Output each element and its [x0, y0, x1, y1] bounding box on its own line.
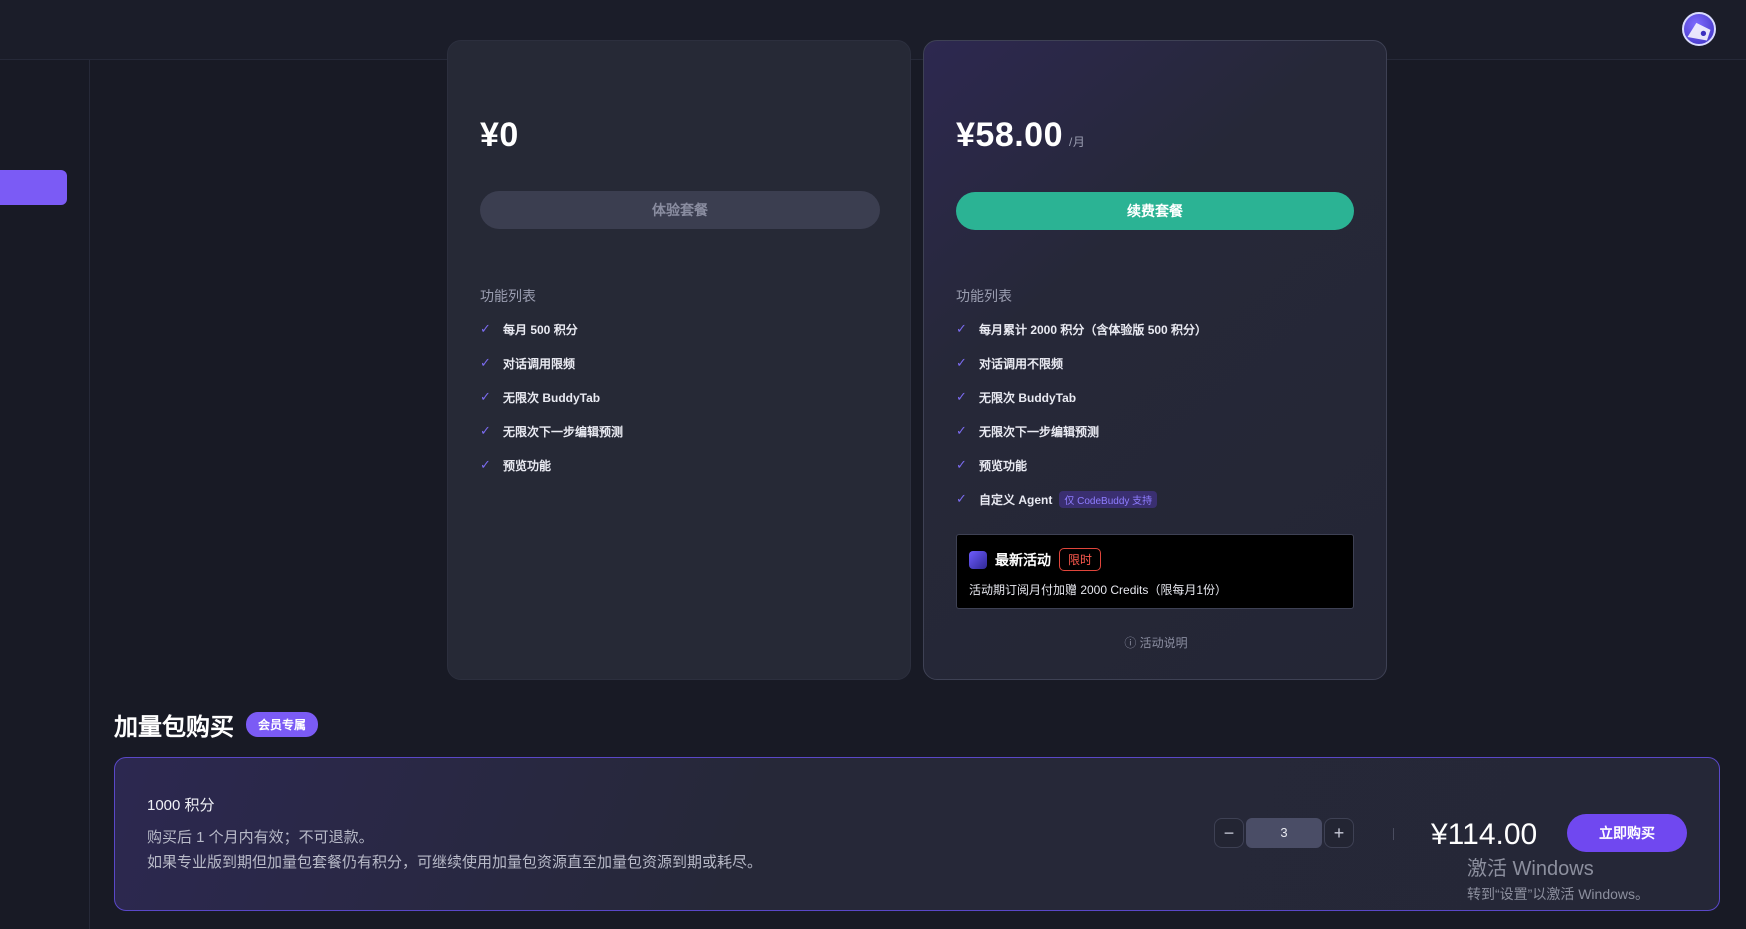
feature-item: ✓ 每月 500 积分: [480, 321, 578, 338]
plan-price: ¥58.00/月: [956, 116, 1086, 154]
addon-name: 1000 积分: [147, 797, 215, 814]
promo-title: 最新活动: [995, 551, 1051, 568]
quantity-input[interactable]: [1246, 818, 1322, 848]
feature-item: ✓ 对话调用不限频: [956, 355, 1064, 372]
promo-description: 活动期订阅月付加赠 2000 Credits（限每月1份）: [969, 583, 1228, 597]
windows-activation-watermark: 激活 Windows 转到“设置”以激活 Windows。: [1467, 858, 1650, 902]
plan-price: ¥0: [480, 116, 519, 154]
addon-description: 购买后 1 个月内有效；不可退款。 如果专业版到期但加量包套餐仍有积分，可继续使…: [147, 829, 763, 871]
quantity-stepper: − +: [1214, 818, 1354, 848]
promo-box: 最新活动 限时 活动期订阅月付加赠 2000 Credits（限每月1份）: [956, 534, 1354, 609]
divider: [1393, 828, 1394, 840]
plan-card-pro: ¥58.00/月 续费套餐 功能列表 ✓ 每月累计 2000 积分（含体验版 50…: [923, 40, 1387, 680]
user-avatar[interactable]: [1682, 12, 1716, 46]
feature-item: ✓ 无限次下一步编辑预测: [956, 423, 1100, 440]
promo-header: 最新活动 限时: [969, 548, 1102, 571]
promo-info-link[interactable]: ⓘ 活动说明: [924, 634, 1388, 651]
member-only-badge: 会员专属: [246, 712, 319, 737]
increment-button[interactable]: +: [1324, 818, 1354, 848]
decrement-button[interactable]: −: [1214, 818, 1244, 848]
check-icon: ✓: [956, 491, 967, 506]
check-icon: ✓: [480, 423, 491, 438]
feature-item: ✓ 对话调用限频: [480, 355, 576, 372]
check-icon: ✓: [480, 389, 491, 404]
price-period: /月: [1069, 135, 1086, 149]
feature-item: ✓ 预览功能: [480, 457, 552, 474]
addon-price: ¥114.00: [1431, 818, 1538, 851]
features-title: 功能列表: [480, 288, 536, 304]
avatar-icon: [1687, 22, 1711, 41]
check-icon: ✓: [956, 423, 967, 438]
check-icon: ✓: [956, 355, 967, 370]
plan-card-free: ¥0 体验套餐 功能列表 ✓ 每月 500 积分 ✓ 对话调用限频 ✓ 无限次 Bud…: [447, 40, 911, 680]
check-icon: ✓: [956, 321, 967, 336]
feature-list: ✓ 每月 500 积分 ✓ 对话调用限频 ✓ 无限次 BuddyTab ✓ 无限次下一步…: [480, 321, 623, 491]
sidebar-item-active[interactable]: [0, 170, 67, 205]
feature-item: ✓ 无限次 BuddyTab: [956, 389, 1077, 406]
features-title: 功能列表: [956, 288, 1012, 304]
check-icon: ✓: [480, 457, 491, 472]
renew-plan-button[interactable]: 续费套餐: [956, 192, 1354, 230]
sidebar: [0, 60, 90, 929]
codebuddy-only-tag: 仅 CodeBuddy 支持: [1059, 491, 1158, 508]
check-icon: ✓: [956, 457, 967, 472]
check-icon: ✓: [480, 355, 491, 370]
feature-item: ✓ 无限次下一步编辑预测: [480, 423, 624, 440]
feature-item: ✓ 每月累计 2000 积分（含体验版 500 积分）: [956, 321, 1208, 338]
feature-item: ✓ 无限次 BuddyTab: [480, 389, 601, 406]
feature-list: ✓ 每月累计 2000 积分（含体验版 500 积分） ✓ 对话调用不限频 ✓ 无限次…: [956, 321, 1207, 525]
check-icon: ✓: [480, 321, 491, 336]
buy-now-button[interactable]: 立即购买: [1567, 814, 1687, 852]
limited-time-badge: 限时: [1059, 548, 1102, 571]
feature-item: ✓ 自定义 Agent 仅 CodeBuddy 支持: [956, 491, 1207, 525]
feature-item: ✓ 预览功能: [956, 457, 1028, 474]
addon-section-title: 加量包购买 会员专属: [114, 707, 319, 742]
codebuddy-logo-icon: [969, 550, 987, 569]
check-icon: ✓: [956, 389, 967, 404]
trial-plan-button[interactable]: 体验套餐: [480, 191, 880, 229]
